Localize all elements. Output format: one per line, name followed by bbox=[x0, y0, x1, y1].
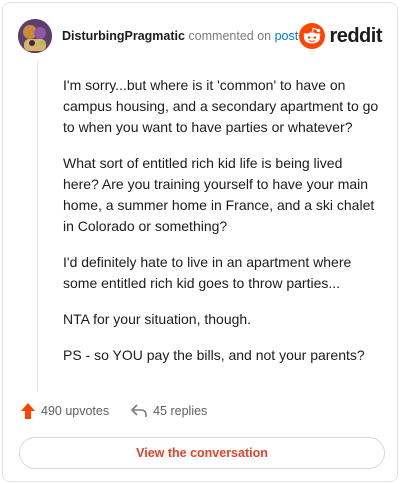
comment-actions: 490 upvotes 45 replies bbox=[21, 403, 207, 419]
comment-paragraph: PS - so YOU pay the bills, and not your … bbox=[63, 347, 365, 363]
comment-header: DisturbingPragmatic commented on post re… bbox=[18, 18, 382, 54]
upvote-count[interactable]: 490 upvotes bbox=[21, 403, 109, 419]
upvote-label: 490 upvotes bbox=[41, 404, 110, 418]
reply-count[interactable]: 45 replies bbox=[131, 404, 207, 418]
reddit-snoo-icon bbox=[299, 23, 326, 49]
upvote-arrow-icon bbox=[21, 403, 35, 419]
comment-card: DisturbingPragmatic commented on post re… bbox=[2, 2, 398, 482]
comment-paragraph: NTA for your situation, though. bbox=[63, 311, 252, 327]
action-verb: commented on bbox=[188, 29, 272, 43]
thread-line bbox=[37, 61, 38, 391]
comment-paragraph: I'd definitely hate to live in an apartm… bbox=[63, 254, 352, 291]
reddit-logo[interactable]: reddit bbox=[299, 23, 382, 49]
brand-wordmark: reddit bbox=[329, 24, 382, 47]
comment-paragraph: I'm sorry...but where is it 'common' to … bbox=[63, 77, 379, 135]
avatar[interactable] bbox=[18, 19, 52, 53]
comment-body: I'm sorry...but where is it 'common' to … bbox=[63, 75, 381, 381]
view-conversation-button[interactable]: View the conversation bbox=[19, 437, 385, 469]
author-name[interactable]: DisturbingPragmatic bbox=[62, 29, 185, 43]
reply-label: 45 replies bbox=[153, 404, 208, 418]
post-link[interactable]: post bbox=[275, 29, 299, 43]
reply-arrow-icon bbox=[131, 404, 147, 417]
comment-meta: DisturbingPragmatic commented on post bbox=[62, 29, 299, 43]
comment-paragraph: What sort of entitled rich kid life is b… bbox=[63, 155, 375, 234]
